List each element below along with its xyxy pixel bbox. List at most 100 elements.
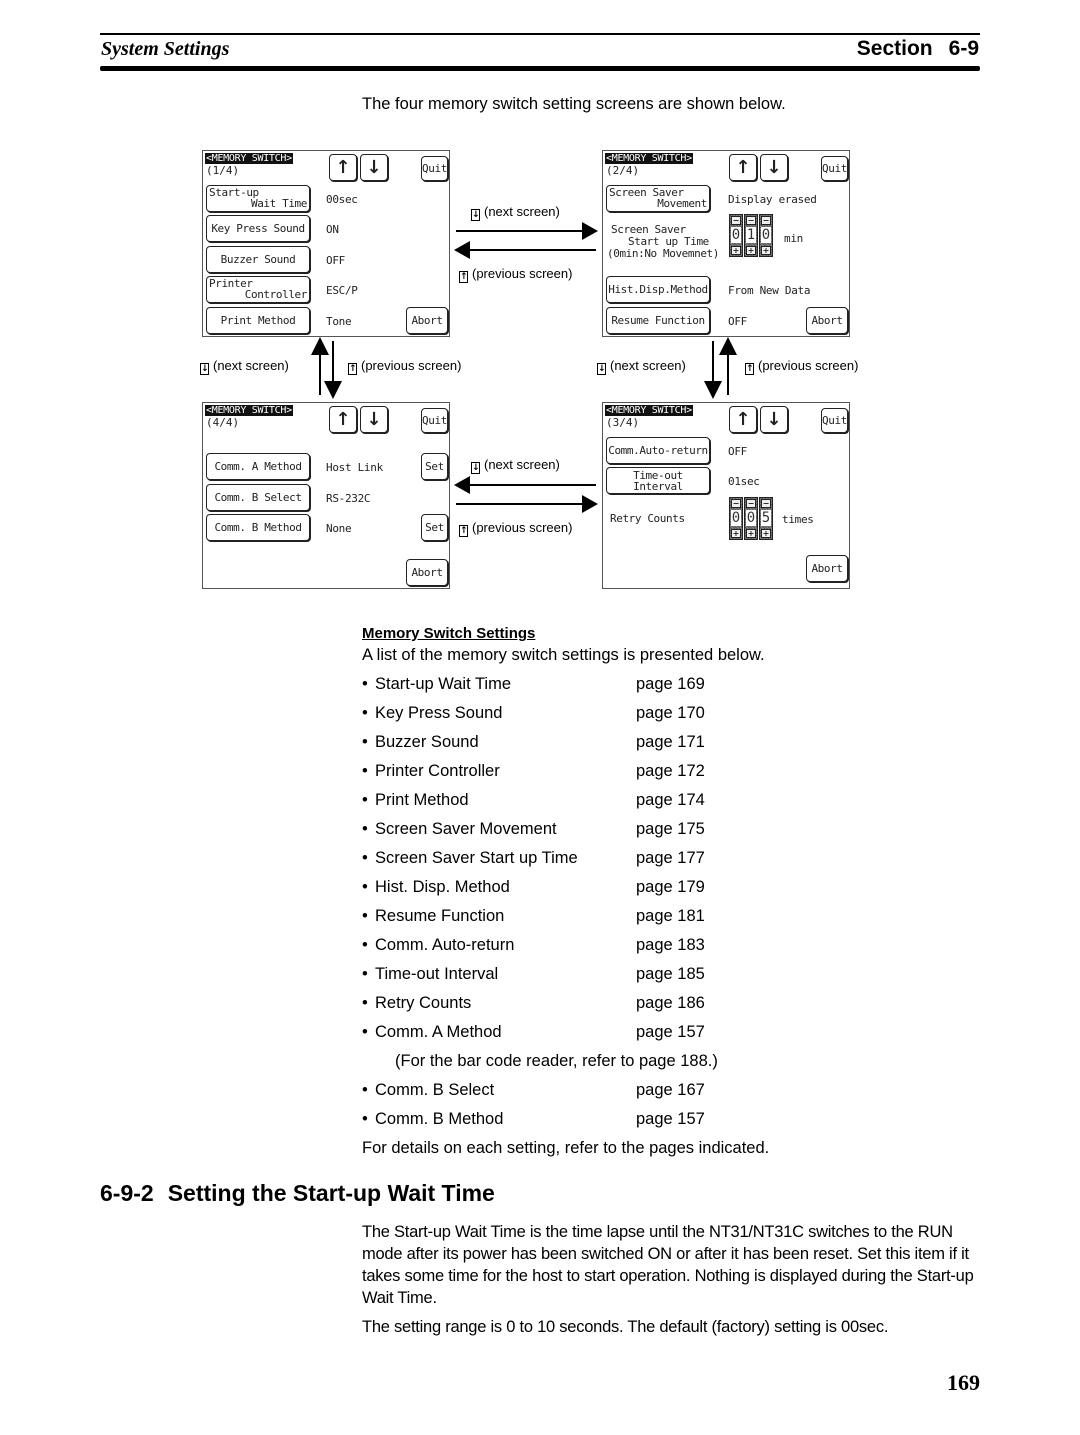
minus-icon[interactable]: −	[761, 216, 771, 225]
item-page[interactable]: page 172	[636, 762, 705, 781]
bullet-icon: •	[362, 704, 368, 722]
item-page[interactable]: page 185	[636, 965, 705, 984]
list-item: • Key Press Sound page 170	[362, 704, 862, 733]
down-arrow-button[interactable]: ↓	[760, 406, 788, 433]
down-arrow-button[interactable]: ↓	[360, 154, 388, 181]
list-item: • Comm. Auto-return page 183	[362, 936, 862, 965]
resume-function-value: OFF	[728, 315, 747, 328]
item-name: Comm. B Select	[375, 1081, 495, 1099]
minus-icon[interactable]: −	[746, 499, 756, 508]
time-out-interval-value: 01sec	[728, 475, 760, 488]
item-page[interactable]: page 167	[636, 1081, 705, 1100]
screen-title: <MEMORY SWITCH>	[605, 405, 693, 416]
screen-page: (2/4)	[606, 164, 640, 177]
time-out-interval-button[interactable]: Time-out Interval	[606, 467, 710, 494]
retry-counts-label: Retry Counts	[610, 512, 685, 525]
up-arrow-button[interactable]: ↑	[729, 406, 757, 433]
previous-screen-text: (previous screen)	[472, 266, 573, 281]
comm-a-set-button[interactable]: Set	[421, 453, 448, 480]
item-page[interactable]: page 171	[636, 733, 705, 752]
item-name: Print Method	[375, 791, 469, 809]
quit-button[interactable]: Quit	[421, 408, 448, 433]
button-line-2: Wait Time	[250, 197, 307, 210]
bullet-icon: •	[362, 1081, 368, 1099]
minus-icon[interactable]: −	[731, 216, 741, 225]
down-arrow-button[interactable]: ↓	[360, 406, 388, 433]
screen-page: (3/4)	[606, 416, 640, 429]
abort-button[interactable]: Abort	[806, 307, 848, 334]
settings-list: • Start-up Wait Time page 169 • Key Press S…	[362, 675, 862, 1139]
item-page[interactable]: page 181	[636, 907, 705, 926]
quit-button[interactable]: Quit	[821, 156, 848, 181]
memory-switch-settings-heading: Memory Switch Settings	[362, 625, 536, 642]
minus-icon[interactable]: −	[731, 499, 741, 508]
item-page[interactable]: page 157	[636, 1110, 705, 1129]
details-text: For details on each setting, refer to th…	[362, 1139, 770, 1157]
item-page[interactable]: page 183	[636, 936, 705, 955]
item-page[interactable]: page 175	[636, 820, 705, 839]
header-rule-bottom	[100, 66, 980, 71]
comm-b-set-button[interactable]: Set	[421, 514, 448, 541]
next-screen-caption: ↓ (next screen)	[597, 358, 686, 375]
item-page[interactable]: page 186	[636, 994, 705, 1013]
plus-icon[interactable]: +	[731, 246, 741, 255]
item-name: Comm. B Method	[375, 1110, 504, 1128]
abort-button[interactable]: Abort	[406, 559, 448, 586]
plus-icon[interactable]: +	[761, 246, 771, 255]
comm-a-method-button[interactable]: Comm. A Method	[206, 453, 310, 480]
bar-code-note: (For the bar code reader, refer to page …	[395, 1052, 718, 1070]
printer-controller-button[interactable]: Printer Controller	[206, 276, 310, 303]
thumbwheel-digit: 0	[746, 510, 756, 526]
comm-b-method-button[interactable]: Comm. B Method	[206, 514, 310, 541]
list-item: • Retry Counts page 186	[362, 994, 862, 1023]
paragraph-setting-range: The setting range is 0 to 10 seconds. Th…	[362, 1318, 889, 1336]
minus-icon[interactable]: −	[761, 499, 771, 508]
comm-auto-return-button[interactable]: Comm.Auto-return	[606, 437, 710, 464]
print-method-value: Tone	[326, 315, 352, 328]
arrow-left-icon	[454, 241, 596, 259]
abort-button[interactable]: Abort	[406, 307, 448, 334]
down-arrow-button[interactable]: ↓	[760, 154, 788, 181]
hist-disp-method-button[interactable]: Hist.Disp.Method	[606, 276, 710, 303]
up-arrow-icon: ↑	[735, 409, 751, 430]
item-page[interactable]: page 170	[636, 704, 705, 723]
item-page[interactable]: page 169	[636, 675, 705, 694]
section-heading-title: Setting the Start-up Wait Time	[167, 1180, 495, 1206]
up-key-icon: ↑	[348, 363, 357, 375]
screen-4-of-4: <MEMORY SWITCH> (4/4) ↑ ↓ Quit Comm. A M…	[202, 402, 450, 589]
screen-1-of-4: <MEMORY SWITCH> (1/4) ↑ ↓ Quit Start-up …	[202, 150, 450, 337]
thumbwheel-digit-column: − 0 +	[759, 214, 773, 257]
plus-icon[interactable]: +	[746, 246, 756, 255]
up-arrow-button[interactable]: ↑	[329, 406, 357, 433]
arrow-left-icon	[454, 476, 596, 494]
comm-b-select-button[interactable]: Comm. B Select	[206, 484, 310, 511]
start-up-time-thumbwheel: −0 + −1 + −0 +	[729, 214, 773, 257]
chapter-title: System Settings	[101, 38, 230, 60]
abort-button[interactable]: Abort	[806, 555, 848, 582]
print-method-button[interactable]: Print Method	[206, 307, 310, 334]
quit-button[interactable]: Quit	[421, 156, 448, 181]
bullet-icon: •	[362, 936, 368, 954]
minus-icon[interactable]: −	[746, 216, 756, 225]
quit-button[interactable]: Quit	[821, 408, 848, 433]
plus-icon[interactable]: +	[731, 529, 741, 538]
list-item: • Printer Controller page 172	[362, 762, 862, 791]
item-page[interactable]: page 174	[636, 791, 705, 810]
item-name: Comm. A Method	[375, 1023, 502, 1041]
start-up-wait-time-button[interactable]: Start-up Wait Time	[206, 185, 310, 212]
item-page[interactable]: page 179	[636, 878, 705, 897]
up-arrow-button[interactable]: ↑	[729, 154, 757, 181]
plus-icon[interactable]: +	[761, 529, 771, 538]
buzzer-sound-button[interactable]: Buzzer Sound	[206, 246, 310, 273]
plus-icon[interactable]: +	[746, 529, 756, 538]
up-arrow-button[interactable]: ↑	[329, 154, 357, 181]
screen-saver-movement-button[interactable]: Screen Saver Movement	[606, 185, 710, 212]
list-item: • Screen Saver Movement page 175	[362, 820, 862, 849]
list-item: • Time-out Interval page 185	[362, 965, 862, 994]
item-page[interactable]: page 177	[636, 849, 705, 868]
screen-title: <MEMORY SWITCH>	[205, 405, 293, 416]
key-press-sound-button[interactable]: Key Press Sound	[206, 215, 310, 242]
down-arrow-icon: ↓	[766, 409, 782, 430]
resume-function-button[interactable]: Resume Function	[606, 307, 710, 334]
item-page[interactable]: page 157	[636, 1023, 705, 1042]
